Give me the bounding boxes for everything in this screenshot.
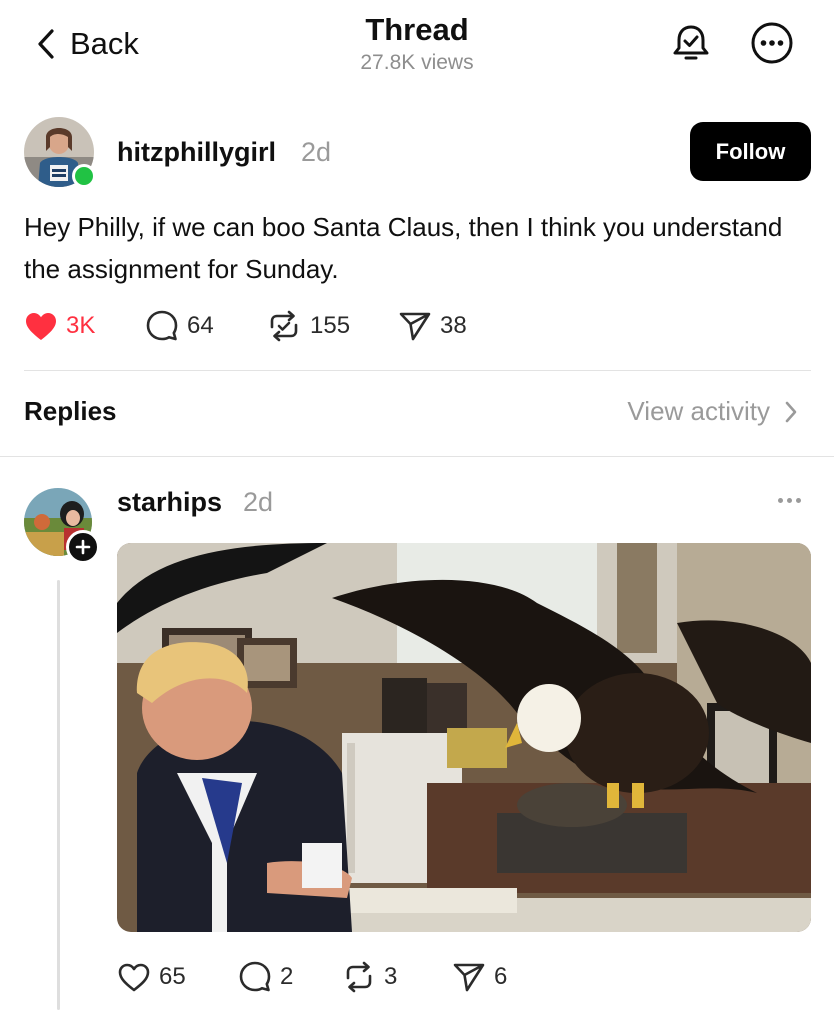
online-status-dot (72, 164, 96, 188)
comment-icon (239, 961, 271, 992)
post-timestamp: 2d (301, 137, 332, 167)
reply-share-count: 6 (494, 963, 508, 990)
reply-share-button[interactable]: 6 (452, 961, 507, 993)
reply-button[interactable]: 64 (145, 309, 266, 343)
bell-check-icon (673, 25, 709, 60)
more-options-button[interactable] (749, 20, 795, 66)
divider (24, 370, 811, 371)
reply-comment-button[interactable]: 2 (238, 960, 342, 994)
reply-more-button[interactable] (772, 488, 806, 512)
reply-like-count: 65 (159, 963, 186, 990)
like-count: 3K (66, 312, 96, 339)
repost-button[interactable]: 155 (266, 309, 398, 343)
plus-icon (75, 539, 91, 555)
reply-count: 64 (187, 312, 214, 339)
divider (0, 456, 834, 457)
follow-plus-button[interactable] (66, 530, 100, 564)
reply-like-button[interactable]: 65 (117, 962, 238, 993)
reply-repost-button[interactable]: 3 (342, 961, 452, 993)
repost-check-icon (270, 310, 298, 342)
reply-media-gif[interactable] (117, 543, 811, 932)
chevron-right-icon (785, 401, 797, 422)
reply-username[interactable]: starhips (117, 487, 222, 518)
share-count: 38 (440, 312, 467, 339)
reply-actions: 65 2 3 6 (117, 960, 507, 994)
reply-timestamp: 2d (243, 487, 274, 517)
more-circle-icon (751, 22, 793, 64)
notify-button[interactable] (668, 20, 714, 66)
send-icon (453, 963, 485, 992)
post-actions: 3K 64 155 38 (24, 309, 467, 343)
replies-heading: Replies (24, 396, 117, 426)
repost-icon (346, 961, 372, 993)
follow-button[interactable]: Follow (690, 122, 811, 181)
thread-line (57, 580, 60, 1010)
view-activity-link[interactable]: View activity (627, 396, 798, 427)
dot (786, 497, 792, 503)
heart-filled-icon (26, 312, 56, 340)
top-bar: Back Thread 27.8K views (0, 0, 834, 100)
comment-icon (146, 310, 178, 341)
dot (795, 497, 801, 503)
send-icon (399, 312, 431, 341)
post-username[interactable]: hitzphillygirl (117, 137, 276, 168)
view-activity-label: View activity (627, 396, 770, 426)
repost-count: 155 (310, 312, 351, 339)
reply-repost-count: 3 (384, 963, 398, 990)
share-button[interactable]: 38 (398, 310, 467, 342)
gif-image (117, 543, 811, 932)
reply-comment-count: 2 (280, 963, 294, 990)
heart-icon (118, 963, 150, 991)
post-text: Hey Philly, if we can boo Santa Claus, t… (24, 212, 783, 284)
like-button[interactable]: 3K (24, 311, 145, 342)
dot (777, 497, 783, 503)
